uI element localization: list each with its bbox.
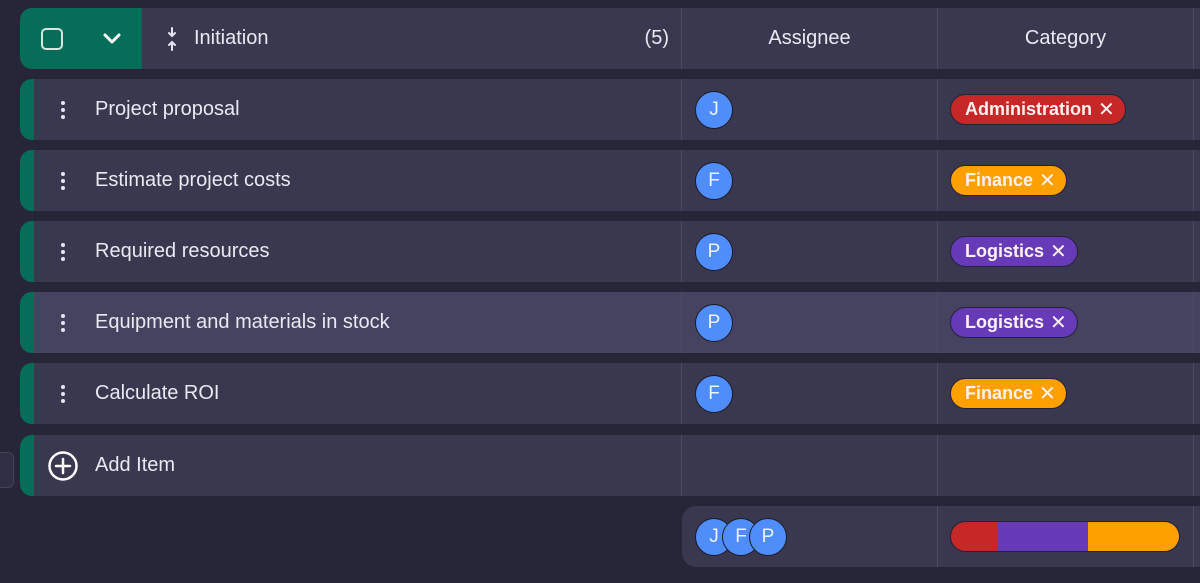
- item-name-cell[interactable]: Estimate project costs: [34, 150, 682, 211]
- close-icon[interactable]: ✕: [1050, 310, 1067, 335]
- add-row-category-cell: [938, 435, 1194, 496]
- group-color-bar: [20, 221, 34, 282]
- group-summary-row: JFP: [682, 506, 1200, 567]
- item-name-cell[interactable]: Required resources: [34, 221, 682, 282]
- column-header-category[interactable]: Category: [938, 8, 1194, 69]
- item-name[interactable]: Required resources: [95, 240, 270, 263]
- assignee-cell[interactable]: F: [682, 363, 938, 424]
- row-overflow: [1194, 363, 1200, 424]
- select-all-checkbox[interactable]: [41, 27, 63, 50]
- category-tag[interactable]: Finance ✕: [950, 378, 1067, 409]
- category-cell[interactable]: Administration ✕: [938, 79, 1194, 140]
- add-row-assignee-cell: [682, 435, 938, 496]
- group-item-count: (5): [644, 27, 669, 49]
- row-overflow: [1194, 221, 1200, 282]
- more-vertical-icon[interactable]: [34, 221, 92, 282]
- item-name[interactable]: Project proposal: [95, 98, 240, 121]
- table-row[interactable]: Estimate project costs F Finance ✕: [20, 150, 1200, 211]
- group-color-bar: [20, 150, 34, 211]
- avatar[interactable]: F: [695, 161, 733, 200]
- group-header-controls: [20, 8, 142, 69]
- more-vertical-icon[interactable]: [34, 150, 92, 211]
- close-icon[interactable]: ✕: [1098, 97, 1115, 122]
- category-cell[interactable]: Logistics ✕: [938, 292, 1194, 353]
- column-header-assignee[interactable]: Assignee: [682, 8, 938, 69]
- group-color-bar: [20, 292, 34, 353]
- category-tag[interactable]: Administration ✕: [950, 94, 1126, 125]
- item-name-cell[interactable]: Equipment and materials in stock: [34, 292, 682, 353]
- avatar[interactable]: P: [695, 232, 733, 271]
- close-icon[interactable]: ✕: [1039, 168, 1056, 193]
- close-icon[interactable]: ✕: [1050, 239, 1067, 264]
- summary-category-cell: [938, 506, 1194, 567]
- more-vertical-icon[interactable]: [34, 292, 92, 353]
- item-name-cell[interactable]: Calculate ROI: [34, 363, 682, 424]
- category-tag[interactable]: Logistics ✕: [950, 307, 1078, 338]
- category-cell[interactable]: Logistics ✕: [938, 221, 1194, 282]
- group-color-bar: [20, 435, 34, 496]
- table-row[interactable]: Project proposal J Administration ✕: [20, 79, 1200, 140]
- side-handle[interactable]: [0, 452, 14, 488]
- close-icon[interactable]: ✕: [1039, 381, 1056, 406]
- table-row[interactable]: Required resources P Logistics ✕: [20, 221, 1200, 282]
- item-name[interactable]: Equipment and materials in stock: [95, 311, 390, 334]
- category-tag-label: Administration: [965, 99, 1093, 119]
- category-distribution-bar[interactable]: [950, 521, 1180, 552]
- assignee-cell[interactable]: P: [682, 292, 938, 353]
- group-title[interactable]: Initiation: [194, 27, 269, 50]
- row-overflow: [1194, 150, 1200, 211]
- plus-circle-icon[interactable]: [34, 450, 92, 482]
- table-row[interactable]: Equipment and materials in stock P Logis…: [20, 292, 1200, 353]
- category-tag[interactable]: Logistics ✕: [950, 236, 1078, 267]
- distribution-segment-administration[interactable]: [951, 522, 997, 551]
- more-vertical-icon[interactable]: [34, 363, 92, 424]
- more-vertical-icon[interactable]: [34, 79, 92, 140]
- summary-assignees: JFP: [682, 506, 938, 567]
- category-tag-label: Logistics: [965, 312, 1045, 332]
- avatar[interactable]: P: [695, 303, 733, 342]
- add-item-cell[interactable]: Add Item: [34, 435, 682, 496]
- chevron-down-icon[interactable]: [101, 28, 123, 50]
- category-tag-label: Finance: [965, 170, 1034, 190]
- add-row-overflow: [1194, 435, 1200, 496]
- group-header: Initiation (5) Assignee Category: [20, 8, 1200, 69]
- task-board: Initiation (5) Assignee Category Project…: [0, 0, 1200, 583]
- column-header-overflow: [1194, 8, 1200, 69]
- row-overflow: [1194, 79, 1200, 140]
- item-name-cell[interactable]: Project proposal: [34, 79, 682, 140]
- table-row[interactable]: Calculate ROI F Finance ✕: [20, 363, 1200, 424]
- item-name[interactable]: Estimate project costs: [95, 169, 291, 192]
- avatar[interactable]: F: [695, 374, 733, 413]
- assignee-cell[interactable]: F: [682, 150, 938, 211]
- row-overflow: [1194, 292, 1200, 353]
- item-name[interactable]: Calculate ROI: [95, 382, 220, 405]
- category-tag-label: Logistics: [965, 241, 1045, 261]
- distribution-segment-finance[interactable]: [1087, 522, 1179, 551]
- category-tag[interactable]: Finance ✕: [950, 165, 1067, 196]
- group-title-cell: Initiation (5): [142, 8, 682, 69]
- category-cell[interactable]: Finance ✕: [938, 150, 1194, 211]
- add-item-row[interactable]: Add Item: [20, 435, 1200, 496]
- summary-avatar[interactable]: P: [749, 517, 787, 556]
- add-item-label[interactable]: Add Item: [95, 454, 175, 477]
- group-color-bar: [20, 363, 34, 424]
- assignee-cell[interactable]: P: [682, 221, 938, 282]
- assignee-cell[interactable]: J: [682, 79, 938, 140]
- collapse-vertical-icon[interactable]: [166, 26, 178, 51]
- avatar[interactable]: J: [695, 90, 733, 129]
- category-cell[interactable]: Finance ✕: [938, 363, 1194, 424]
- group-color-bar: [20, 79, 34, 140]
- category-tag-label: Finance: [965, 383, 1034, 403]
- distribution-segment-logistics[interactable]: [996, 522, 1088, 551]
